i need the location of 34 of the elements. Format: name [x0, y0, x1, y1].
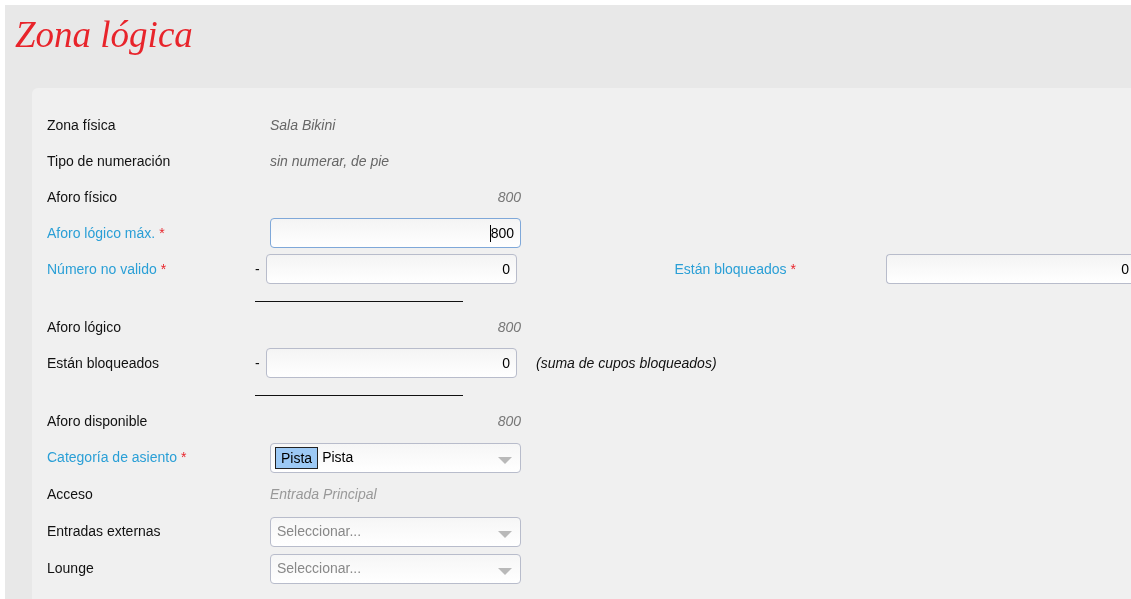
field-label: Zona física: [47, 115, 116, 135]
field-label: Entradas externas: [47, 522, 161, 541]
field-label: Número no valido *: [47, 259, 167, 279]
select-field[interactable]: Seleccionar...: [270, 553, 521, 584]
field-value: Entrada Principal: [270, 485, 378, 504]
field-label: Acceso: [47, 485, 93, 504]
number-field[interactable]: 0: [886, 254, 1131, 284]
caret-icon: [498, 567, 512, 576]
caret-icon: [498, 456, 512, 465]
number-field[interactable]: 800: [270, 218, 521, 248]
field-label: Están bloqueados: [47, 353, 160, 373]
minus-sign: -: [255, 259, 261, 279]
field-value: 800: [496, 187, 521, 207]
minus-sign: -: [255, 353, 261, 373]
field-value: sin numerar, de pie: [270, 151, 391, 171]
field-label: Aforo lógico máx. *: [47, 223, 165, 243]
field-label: Aforo físico: [47, 187, 118, 207]
field-label: Lounge: [47, 559, 94, 578]
selected-tag[interactable]: Pista: [275, 446, 319, 469]
field-label: Están bloqueados *: [674, 259, 796, 279]
field-label: Tipo de numeración: [47, 151, 171, 171]
field-value: Sala Bikini: [270, 115, 337, 135]
select-field[interactable]: Seleccionar...: [270, 516, 521, 547]
field-label: Categoría de asiento *: [47, 448, 187, 467]
caret-icon: [498, 530, 512, 539]
field-label: Aforo lógico: [47, 317, 121, 337]
field-value: 800: [496, 317, 521, 337]
page-title: Zona lógica: [15, 14, 194, 56]
hint-text: (suma de cupos bloqueados): [536, 353, 717, 373]
field-label: Aforo disponible: [47, 411, 148, 431]
number-field[interactable]: 0: [266, 348, 517, 378]
select-field[interactable]: Pista Pista: [270, 442, 521, 473]
number-field[interactable]: 0: [266, 254, 517, 284]
field-value: 800: [496, 411, 521, 431]
